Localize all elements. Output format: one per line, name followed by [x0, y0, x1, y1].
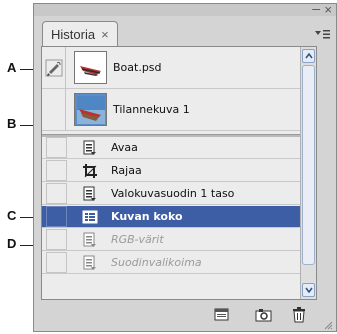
new-document-from-state-button[interactable]	[214, 307, 230, 321]
boat-water-thumbnail-icon	[76, 95, 105, 124]
callout-d: D	[7, 236, 17, 251]
document-icon	[83, 140, 96, 155]
tab-close-icon[interactable]: ×	[101, 27, 109, 42]
scroll-up-button[interactable]	[302, 49, 315, 63]
snapshot-thumbnail	[74, 93, 107, 126]
history-step-label: Kuvan koko	[111, 210, 183, 223]
resize-grip[interactable]	[323, 315, 333, 330]
camera-icon	[255, 309, 272, 322]
image-size-icon	[82, 210, 98, 223]
history-step-selected[interactable]: Kuvan koko	[42, 206, 316, 228]
history-brush-source[interactable]	[46, 252, 67, 273]
history-brush-source[interactable]	[46, 229, 67, 250]
history-brush-source[interactable]	[42, 88, 66, 131]
history-brush-source[interactable]	[42, 47, 66, 89]
panel-menu-button[interactable]	[314, 29, 330, 43]
minimize-button[interactable]: –	[312, 0, 320, 16]
history-step-label: Suodinvalikoima	[111, 256, 202, 269]
chevron-down-icon	[304, 287, 313, 293]
history-brush-source[interactable]	[46, 160, 67, 181]
document-icon	[83, 255, 96, 270]
history-step[interactable]: RGB-värit	[42, 229, 316, 251]
callout-a: A	[7, 60, 17, 75]
snapshot-label: Tilannekuva 1	[113, 103, 190, 116]
vertical-scrollbar[interactable]	[300, 47, 316, 299]
history-step-label: Rajaa	[111, 164, 142, 177]
history-list: Boat.psd Tilannekuva 1 Avaa Rajaa Valoku…	[41, 46, 317, 300]
history-brush-source[interactable]	[46, 137, 67, 158]
history-step[interactable]: Valokuvasuodin 1 taso	[42, 183, 316, 205]
tab-history-label: Historia	[51, 26, 96, 42]
history-step[interactable]: Rajaa	[42, 160, 316, 182]
resize-grip-icon	[324, 321, 333, 330]
document-icon	[83, 186, 96, 201]
document-icon	[83, 232, 96, 247]
delete-state-button[interactable]	[292, 307, 308, 323]
create-snapshot-button[interactable]	[255, 307, 272, 322]
chevron-up-icon	[304, 53, 313, 59]
history-panel: – × Historia × Boat.psd Tilannekuva 1 Av…	[33, 0, 337, 332]
new-document-icon	[214, 308, 229, 321]
history-brush-source[interactable]	[46, 183, 67, 204]
tab-history[interactable]: Historia ×	[42, 21, 118, 46]
history-step-label: Avaa	[111, 141, 138, 154]
snapshot-thumbnail	[74, 51, 107, 84]
snapshot-row[interactable]: Tilannekuva 1	[42, 88, 316, 131]
panel-close-button[interactable]: ×	[324, 2, 332, 17]
panel-toolbar	[34, 301, 336, 331]
callout-c: C	[7, 208, 17, 223]
boat-thumbnail-icon	[76, 53, 105, 82]
history-brush-source[interactable]	[46, 206, 67, 227]
history-step[interactable]: Avaa	[42, 137, 316, 159]
trash-icon	[293, 307, 305, 323]
scroll-down-button[interactable]	[302, 283, 315, 297]
snapshot-row[interactable]: Boat.psd	[42, 47, 316, 89]
history-step-label: RGB-värit	[111, 233, 164, 246]
crop-icon	[83, 163, 97, 178]
panel-title-bar	[34, 4, 336, 16]
snapshot-label: Boat.psd	[113, 61, 162, 74]
history-brush-icon	[45, 59, 62, 76]
panel-menu-icon	[315, 30, 330, 39]
callout-b: B	[7, 116, 17, 131]
scroll-thumb[interactable]	[302, 65, 315, 265]
history-step[interactable]: Suodinvalikoima	[42, 252, 316, 274]
history-step-label: Valokuvasuodin 1 taso	[111, 187, 235, 200]
